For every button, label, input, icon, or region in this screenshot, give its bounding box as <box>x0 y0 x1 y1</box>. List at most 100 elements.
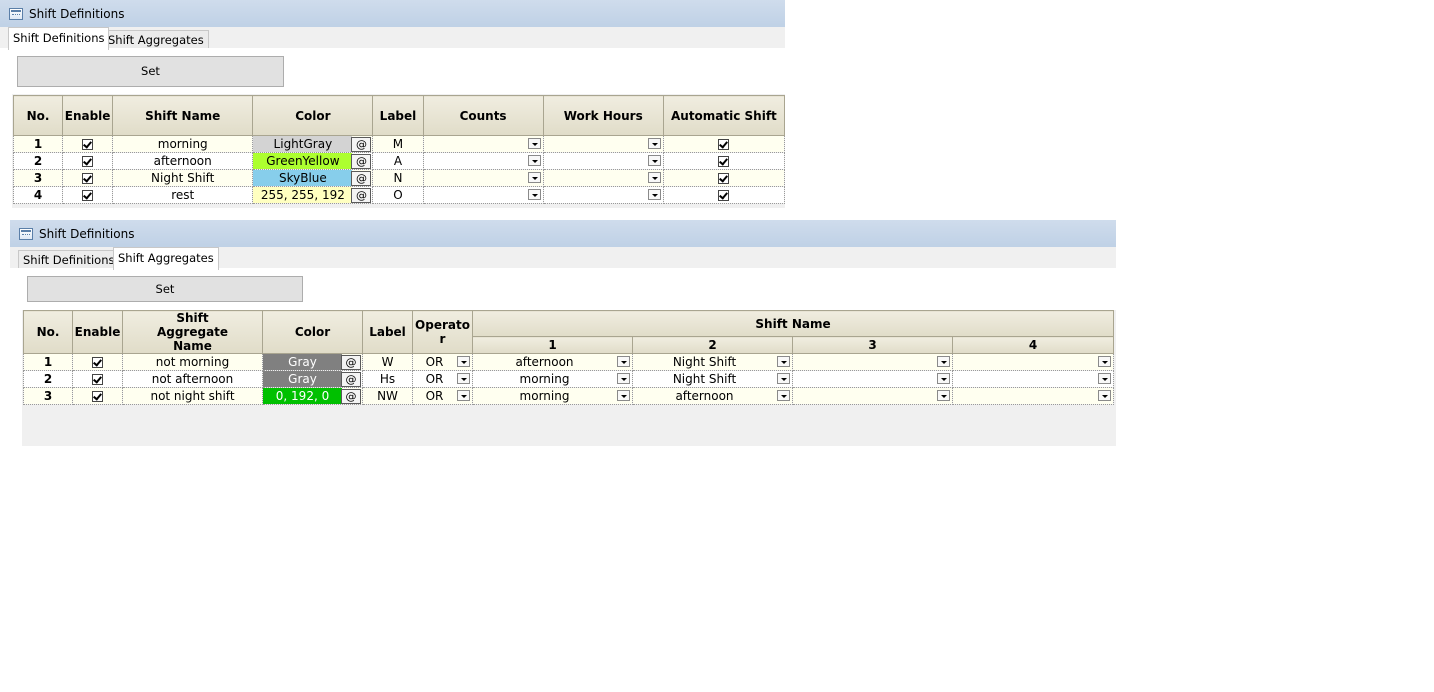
col-header-label[interactable]: Label <box>372 95 424 136</box>
shift-4-dropdown-value[interactable] <box>954 389 1098 404</box>
col-header-enable[interactable]: Enable <box>62 95 114 136</box>
color-picker-button[interactable]: @ <box>341 389 361 404</box>
enable-checkbox[interactable] <box>92 357 103 368</box>
dropdown-arrow-icon[interactable] <box>937 356 950 367</box>
color-value[interactable]: GreenYellow <box>253 153 353 169</box>
shift-1-dropdown-value[interactable]: morning <box>474 389 617 404</box>
shift-name-cell[interactable]: rest <box>112 186 254 204</box>
col-header-operator[interactable]: Operator <box>412 310 473 354</box>
col-header-no[interactable]: No. <box>23 310 73 354</box>
dropdown-arrow-icon[interactable] <box>617 356 630 367</box>
col-header-shift-2[interactable]: 2 <box>632 336 793 354</box>
label-cell[interactable]: N <box>372 169 424 187</box>
tab-shift-definitions[interactable]: Shift Definitions <box>8 27 110 50</box>
dropdown-arrow-icon[interactable] <box>527 138 541 149</box>
enable-checkbox[interactable] <box>92 391 103 402</box>
dropdown-arrow-icon[interactable] <box>937 390 950 401</box>
set-button[interactable]: Set <box>17 56 284 87</box>
dropdown-arrow-icon[interactable] <box>647 155 661 166</box>
shift-1-dropdown-value[interactable]: afternoon <box>474 355 617 370</box>
label-cell[interactable]: O <box>372 186 424 204</box>
shift-3-dropdown-value[interactable] <box>794 355 937 370</box>
tab-shift-aggregates[interactable]: Shift Aggregates <box>113 247 219 270</box>
dropdown-arrow-icon[interactable] <box>527 189 541 200</box>
counts-dropdown-value[interactable] <box>424 188 527 203</box>
aggregate-name-cell[interactable]: not morning <box>122 353 263 371</box>
counts-dropdown-value[interactable] <box>424 171 527 186</box>
dropdown-arrow-icon[interactable] <box>647 189 661 200</box>
shift-4-dropdown-value[interactable] <box>954 355 1098 370</box>
aggregate-name-cell[interactable]: not night shift <box>122 387 263 405</box>
shift-4-dropdown-value[interactable] <box>954 372 1098 387</box>
aggregate-name-cell[interactable]: not afternoon <box>122 370 263 388</box>
color-picker-button[interactable]: @ <box>351 188 372 203</box>
shift-2-dropdown-value[interactable]: afternoon <box>634 389 777 404</box>
enable-checkbox[interactable] <box>82 139 94 150</box>
dropdown-arrow-icon[interactable] <box>1098 356 1112 367</box>
shift-name-cell[interactable]: Night Shift <box>112 169 254 187</box>
color-value[interactable]: Gray <box>263 371 342 387</box>
col-header-shift-1[interactable]: 1 <box>472 336 633 354</box>
automatic-shift-checkbox[interactable] <box>718 139 730 150</box>
automatic-shift-checkbox[interactable] <box>718 173 730 184</box>
col-header-aggregate-name[interactable]: Shift Aggregate Name <box>122 310 263 354</box>
color-value[interactable]: 0, 192, 0 <box>263 388 342 404</box>
dropdown-arrow-icon[interactable] <box>777 390 790 401</box>
set-button[interactable]: Set <box>27 276 303 302</box>
shift-name-cell[interactable]: afternoon <box>112 152 254 170</box>
col-header-label[interactable]: Label <box>362 310 413 354</box>
color-value[interactable]: Gray <box>263 354 342 370</box>
work-hours-dropdown-value[interactable] <box>544 188 647 203</box>
label-cell[interactable]: A <box>372 152 424 170</box>
dropdown-arrow-icon[interactable] <box>527 155 541 166</box>
dropdown-arrow-icon[interactable] <box>777 373 790 384</box>
enable-checkbox[interactable] <box>82 173 94 184</box>
label-cell[interactable]: Hs <box>362 370 413 388</box>
enable-checkbox[interactable] <box>82 190 94 201</box>
label-cell[interactable]: NW <box>362 387 413 405</box>
dropdown-arrow-icon[interactable] <box>457 390 470 401</box>
tab-shift-aggregates[interactable]: Shift Aggregates <box>103 30 209 49</box>
color-value[interactable]: 255, 255, 192 <box>253 187 353 203</box>
automatic-shift-checkbox[interactable] <box>718 156 730 167</box>
operator-dropdown-value[interactable]: OR <box>414 355 457 370</box>
shift-2-dropdown-value[interactable]: Night Shift <box>634 372 777 387</box>
shift-1-dropdown-value[interactable]: morning <box>474 372 617 387</box>
operator-dropdown-value[interactable]: OR <box>414 372 457 387</box>
work-hours-dropdown-value[interactable] <box>544 137 647 152</box>
col-header-shift-3[interactable]: 3 <box>792 336 953 354</box>
color-picker-button[interactable]: @ <box>341 372 361 387</box>
col-header-shift-4[interactable]: 4 <box>951 336 1115 354</box>
col-header-enable[interactable]: Enable <box>72 310 123 354</box>
col-header-automatic-shift[interactable]: Automatic Shift <box>662 95 786 136</box>
dropdown-arrow-icon[interactable] <box>1098 390 1112 401</box>
color-picker-button[interactable]: @ <box>341 355 361 370</box>
col-header-color[interactable]: Color <box>252 95 374 136</box>
col-header-no[interactable]: No. <box>12 95 64 136</box>
label-cell[interactable]: M <box>372 135 424 153</box>
tab-shift-definitions[interactable]: Shift Definitions <box>18 250 120 269</box>
col-header-counts[interactable]: Counts <box>422 95 544 136</box>
dropdown-arrow-icon[interactable] <box>1098 373 1112 384</box>
col-header-color[interactable]: Color <box>262 310 363 354</box>
col-header-shift-name[interactable]: Shift Name <box>471 309 1115 338</box>
color-picker-button[interactable]: @ <box>351 137 372 152</box>
counts-dropdown-value[interactable] <box>424 137 527 152</box>
color-value[interactable]: LightGray <box>253 136 353 152</box>
dropdown-arrow-icon[interactable] <box>457 356 470 367</box>
shift-3-dropdown-value[interactable] <box>794 372 937 387</box>
dropdown-arrow-icon[interactable] <box>617 390 630 401</box>
dropdown-arrow-icon[interactable] <box>527 172 541 183</box>
color-value[interactable]: SkyBlue <box>253 170 353 186</box>
enable-checkbox[interactable] <box>82 156 94 167</box>
counts-dropdown-value[interactable] <box>424 154 527 169</box>
dropdown-arrow-icon[interactable] <box>647 172 661 183</box>
dropdown-arrow-icon[interactable] <box>457 373 470 384</box>
color-picker-button[interactable]: @ <box>351 171 372 186</box>
dropdown-arrow-icon[interactable] <box>647 138 661 149</box>
operator-dropdown-value[interactable]: OR <box>414 389 457 404</box>
enable-checkbox[interactable] <box>92 374 103 385</box>
dropdown-arrow-icon[interactable] <box>777 356 790 367</box>
automatic-shift-checkbox[interactable] <box>718 190 730 201</box>
color-picker-button[interactable]: @ <box>351 154 372 169</box>
